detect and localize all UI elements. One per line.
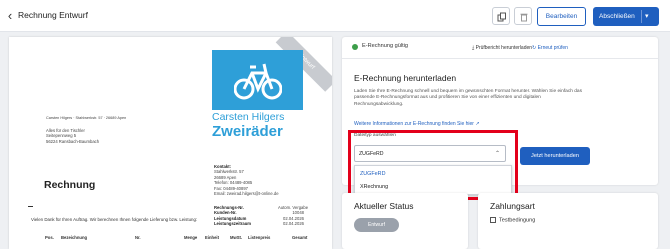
highlight-frame [348,130,518,200]
brand-subtitle: Zweiräder [212,123,283,140]
company-logo [212,50,303,110]
column-header: Menge [184,235,198,240]
document-icon [490,217,496,223]
invoice-intro: Vielen Dank für Ihren Auftrag. Wir berec… [31,217,198,222]
column-header: Pos. [45,235,54,240]
column-header: MwSt. [230,235,243,240]
trash-icon [520,13,528,22]
divider [342,58,658,59]
copy-button[interactable] [492,7,510,25]
invoice-heading: Rechnung [44,179,96,191]
payment-item: Testbedingung [490,217,535,223]
edit-button[interactable]: Bearbeiten [537,7,586,26]
delete-button[interactable] [514,7,532,25]
column-header: Bezeichnung [61,235,88,240]
recipient-line: 56224 Ransbach-Baumbach [46,138,100,144]
button-separator [641,10,642,23]
meta-row: Leistungszeitraum 02.04.2026 [214,221,304,226]
copy-icon [497,12,506,22]
contact-block: Kontakt: Stahlwerkstr. 57 26689 Apen Tel… [214,164,279,196]
top-bar: ‹ Rechnung Entwurf Bearbeiten Abschließe… [0,0,670,32]
status-badge: Entwurf [354,218,399,232]
check-circle-icon [352,44,358,50]
external-link-icon: ↗ [475,121,480,127]
column-header: Nr. [135,235,141,240]
status-card: Aktueller Status Entwurf [342,193,468,249]
invoice-preview: Entwurf Carsten Hilgers Zweiräder Carste… [9,37,332,249]
section-title: E-Rechnung herunterladen [354,73,457,83]
bicycle-icon [234,63,282,100]
column-header: Listenpreis [248,235,271,240]
status-card-title: Aktueller Status [354,201,414,211]
brand-name: Carsten Hilgers [212,111,285,123]
download-report-label: Prüfbericht herunterladen [475,45,533,51]
section-description: Laden Sie Ihre E-Rechnung schnell und be… [354,89,582,107]
page-title: Rechnung Entwurf [18,10,88,20]
invoice-meta: Rechnungs-Nr. Autom. Vergabe Kunden-Nr. 10… [214,205,308,227]
retry-label: Erneut prüfen [537,45,568,51]
payment-card: Zahlungsart Testbedingung [478,193,658,249]
finish-button[interactable]: Abschließen ▾ [593,7,659,26]
download-report-link[interactable]: ⤓ Prüfbericht herunterladen [472,45,532,51]
sender-line: Carsten Hilgers · Stahlwerkstr. 57 · 266… [46,116,127,120]
column-header: Gesamt [292,235,308,240]
finish-button-label: Abschließen [599,13,635,20]
more-info-label: Weitere Informationen zur E-Rechnung fin… [354,121,474,127]
meta-value: 02.04.2026 [283,221,304,227]
validation-status-text: E-Rechnung gültig [362,43,409,49]
fold-mark [28,206,33,207]
payment-card-title: Zahlungsart [490,201,535,211]
chevron-left-icon[interactable]: ‹ [4,8,16,24]
more-info-link[interactable]: Weitere Informationen zur E-Rechnung fin… [354,121,480,127]
recipient-address: Alles für den Tischler Seitepennweg 5 56… [46,128,99,144]
column-header: Einheit [205,235,219,240]
chevron-down-icon[interactable]: ▾ [645,7,649,26]
meta-label: Leistungszeitraum [214,221,251,227]
contact-line: Email: zweirad.hilgers@t-online.de [214,191,279,197]
contact-heading: Kontakt: [214,164,231,169]
download-button[interactable]: Jetzt herunterladen [520,147,590,165]
retry-validation-link[interactable]: ↻ Erneut prüfen [532,45,568,51]
payment-item-label: Testbedingung [499,217,536,224]
